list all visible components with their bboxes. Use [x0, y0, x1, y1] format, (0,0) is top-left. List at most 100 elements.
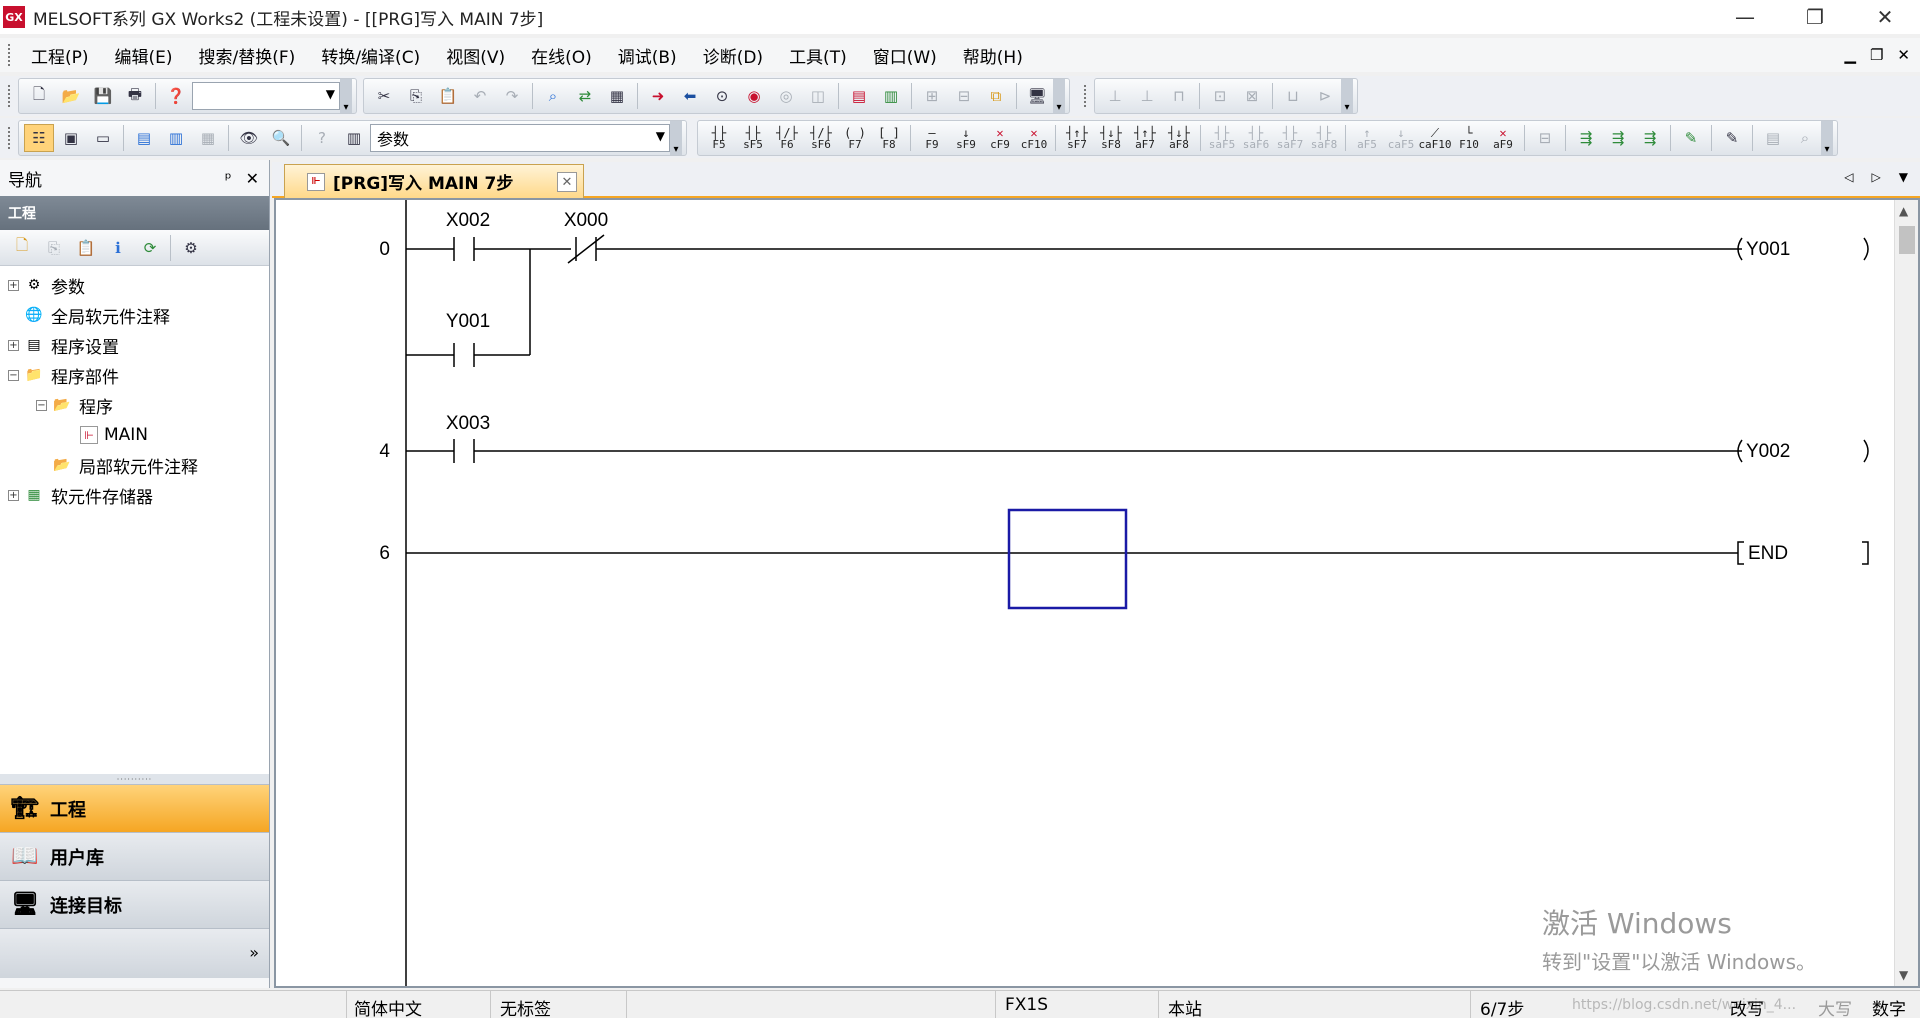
collapse-icon[interactable]: −	[36, 399, 47, 411]
open-folder-icon[interactable]: 📂	[56, 82, 86, 110]
operation-result-fall-button[interactable]: ↓ caF5	[1385, 124, 1417, 152]
falling-pulse-button[interactable]: ┤↓├ sF8	[1095, 124, 1127, 152]
tree-item-main[interactable]: ⊩ MAIN	[0, 420, 269, 450]
ladder-editor[interactable]: 0 X002 X000 Y001 Y001 4 X003 Y002 6 END …	[274, 198, 1920, 988]
rising-pulse-branch-button[interactable]: ┤↑├ aF7	[1129, 124, 1161, 152]
undo-icon[interactable]: ↶	[465, 82, 495, 110]
refresh-icon[interactable]: ⟳	[135, 234, 165, 262]
delete-vertical-button[interactable]: ✕ cF10	[1018, 124, 1050, 152]
toolbar-combo-1[interactable]: ▼	[192, 82, 340, 110]
closed-branch-button[interactable]: ┤/├ sF6	[805, 124, 837, 152]
zoom-icon[interactable]: ⌕	[1790, 124, 1820, 152]
contact-y001-branch[interactable]: Y001	[446, 311, 490, 367]
nav-user-library-button[interactable]: 📖 用户库	[0, 832, 269, 880]
device-list-icon[interactable]: ▤	[129, 124, 159, 152]
new-data-icon[interactable]: 🗋	[7, 234, 37, 262]
output-window-icon[interactable]: ▭	[88, 124, 118, 152]
pulse-neg-button-4[interactable]: ┤├ saF8	[1308, 124, 1340, 152]
print-icon[interactable]: 🖶	[120, 82, 150, 110]
simulation-start-icon[interactable]: ⊞	[917, 82, 947, 110]
comment-icon[interactable]: ✎	[1676, 124, 1706, 152]
copy-icon[interactable]: ⎘	[401, 82, 431, 110]
minimize-button[interactable]: —	[1710, 0, 1780, 34]
tree-item-device-memory[interactable]: + ▦ 软元件存储器	[0, 480, 269, 510]
simulation-stop-icon[interactable]: ⊟	[949, 82, 979, 110]
coil-y001[interactable]: Y001	[1737, 237, 1869, 261]
new-file-icon[interactable]: 🗋	[24, 82, 54, 110]
menu-grip[interactable]	[8, 44, 12, 66]
redo-icon[interactable]: ↷	[497, 82, 527, 110]
menu-window[interactable]: 窗口(W)	[860, 40, 950, 70]
navigation-toggle-icon[interactable]: ☷	[24, 124, 54, 152]
watch-icon[interactable]: 👁	[234, 124, 264, 152]
sfc-branch-icon[interactable]: ⊠	[1237, 82, 1267, 110]
note-icon[interactable]: ▤	[1758, 124, 1788, 152]
delete-horizontal-button[interactable]: ✕ cF9	[984, 124, 1016, 152]
display-setting-icon[interactable]: 🖥	[1022, 82, 1052, 110]
tree-item-program[interactable]: − 📂 程序	[0, 390, 269, 420]
navigation-splitter[interactable]: ··········	[0, 774, 269, 784]
scroll-down-icon[interactable]: ▼	[1899, 968, 1908, 982]
coil-y002[interactable]: Y002	[1737, 439, 1869, 463]
rising-pulse-button[interactable]: ┤↑├ sF7	[1061, 124, 1093, 152]
toolbar-grip-3[interactable]	[8, 127, 12, 149]
sfc-merge-icon[interactable]: ⊔	[1278, 82, 1308, 110]
device-memory-icon[interactable]: ▦	[193, 124, 223, 152]
contact-x000-nc[interactable]: X000	[564, 210, 608, 264]
line-input-button[interactable]: └ F10	[1453, 124, 1485, 152]
element-selection-icon[interactable]: ▣	[56, 124, 86, 152]
operation-result-rise-button[interactable]: ↑ aF5	[1351, 124, 1383, 152]
tab-list-icon[interactable]: ▼	[1899, 170, 1908, 184]
sfc-select-icon[interactable]: ⊡	[1205, 82, 1235, 110]
mdi-close-icon[interactable]: ✕	[1897, 46, 1910, 64]
context-help-icon[interactable]: ?	[307, 124, 337, 152]
expand-icon[interactable]: +	[8, 339, 19, 351]
toolbar-overflow-2[interactable]: ▾	[1053, 79, 1065, 113]
find-device-icon[interactable]: 🔍	[266, 124, 296, 152]
end-instruction[interactable]: END	[1737, 541, 1869, 565]
menu-online[interactable]: 在线(O)	[518, 40, 605, 70]
device-batch-replace-icon[interactable]: ▥	[161, 124, 191, 152]
tab-close-icon[interactable]: ✕	[557, 172, 577, 192]
convert-all-icon[interactable]: ⇶	[1603, 124, 1633, 152]
menu-tools[interactable]: 工具(T)	[776, 40, 860, 70]
copy-data-icon[interactable]: ⎘	[39, 234, 69, 262]
sfc-end-icon[interactable]: ⊳	[1310, 82, 1340, 110]
device-batch-icon[interactable]: ▦	[602, 82, 632, 110]
open-contact-button[interactable]: ┤├ F5	[703, 124, 735, 152]
close-icon[interactable]: ✕	[246, 169, 259, 188]
contact-x003[interactable]: X003	[446, 413, 490, 463]
toolbar-grip[interactable]	[8, 85, 12, 107]
parameter-combo[interactable]: 参数 ▼	[370, 124, 670, 152]
menu-view[interactable]: 视图(V)	[433, 40, 518, 70]
monitor-write-icon[interactable]: ◫	[803, 82, 833, 110]
tree-item-pou[interactable]: − 📁 程序部件	[0, 360, 269, 390]
write-to-plc-icon[interactable]: ➜	[643, 82, 673, 110]
paste-data-icon[interactable]: 📋	[71, 234, 101, 262]
application-instruction-button[interactable]: [ ] F8	[873, 124, 905, 152]
tree-item-parameter[interactable]: + ⚙ 参数	[0, 270, 269, 300]
sfc-jump-icon[interactable]: ⊓	[1164, 82, 1194, 110]
sfc-transition-icon[interactable]: ⊥	[1132, 82, 1162, 110]
library-icon[interactable]: ▥	[339, 124, 369, 152]
mdi-minimize-icon[interactable]: ▁	[1844, 46, 1856, 64]
line-delete-button[interactable]: ✕ aF9	[1487, 124, 1519, 152]
online-data-icon[interactable]: ⧉	[981, 82, 1011, 110]
tree-item-program-setting[interactable]: + ▤ 程序设置	[0, 330, 269, 360]
menu-convert-compile[interactable]: 转换/编译(C)	[308, 40, 433, 70]
horizontal-line-button[interactable]: — F9	[916, 124, 948, 152]
scroll-thumb[interactable]	[1899, 226, 1915, 254]
falling-pulse-branch-button[interactable]: ┤↓├ aF8	[1163, 124, 1195, 152]
tree-settings-icon[interactable]: ⚙	[176, 234, 206, 262]
property-icon[interactable]: ℹ	[103, 234, 133, 262]
toolbar-grip-2[interactable]	[1084, 85, 1088, 107]
save-icon[interactable]: 💾	[88, 82, 118, 110]
menu-project[interactable]: 工程(P)	[18, 40, 102, 70]
menu-diagnostics[interactable]: 诊断(D)	[690, 40, 776, 70]
open-branch-button[interactable]: ┤├ sF5	[737, 124, 769, 152]
cut-icon[interactable]: ✂	[369, 82, 399, 110]
sfc-step-icon[interactable]: ⊥	[1100, 82, 1130, 110]
convert-icon[interactable]: ⇶	[1571, 124, 1601, 152]
instruction-list-icon[interactable]: ⊟	[1530, 124, 1560, 152]
menu-find-replace[interactable]: 搜索/替换(F)	[186, 40, 309, 70]
